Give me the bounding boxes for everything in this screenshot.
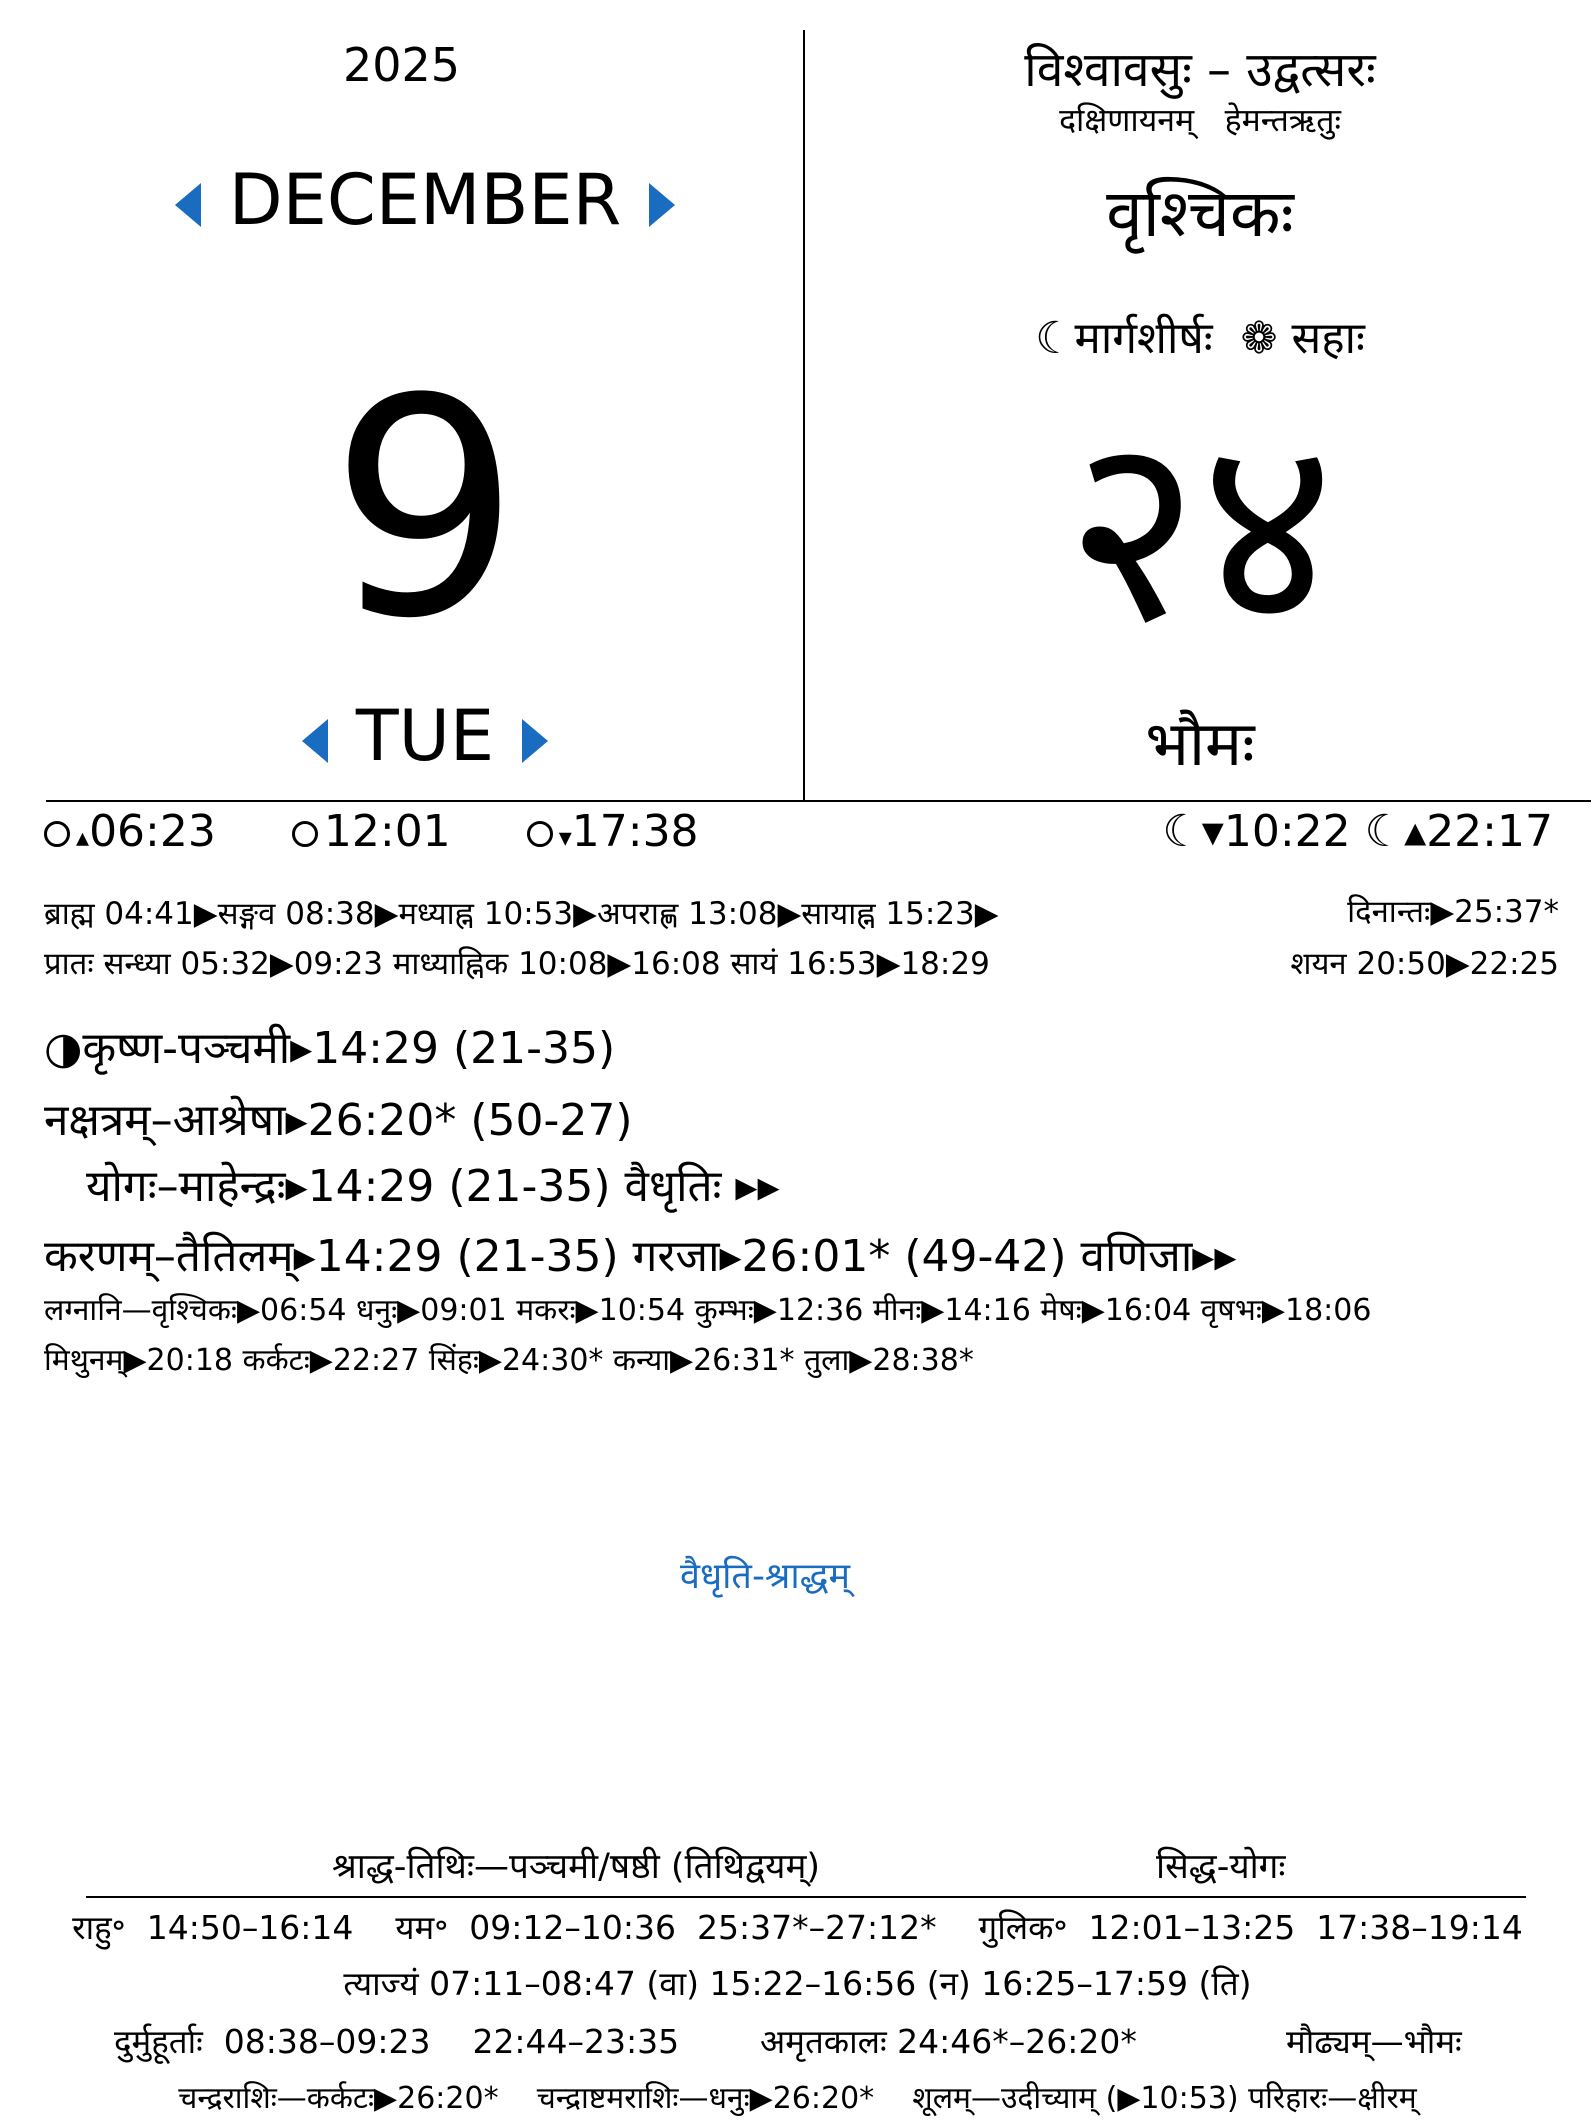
- moonrise-time: ☾▴22:17: [1364, 806, 1553, 857]
- muhurta-line-1: ब्राह्म 04:41▶सङ्गव 08:38▶मध्याह्न 10:53…: [44, 896, 999, 932]
- lunar-solar-month: ☾मार्गशीर्षः ❁ सहाः: [805, 306, 1595, 366]
- rahu-yama-gulika: राहु॰ 14:50–16:14 यम॰ 09:12–10:36 25:37*…: [72, 1908, 1523, 1947]
- chandra-rashi-line: चन्द्रराशिः—कर्कटः▶26:20* चन्द्राष्टमराश…: [178, 2081, 1417, 2116]
- day-number: 9: [329, 335, 521, 684]
- next-day-icon[interactable]: [522, 718, 549, 763]
- next-month-icon[interactable]: [649, 182, 676, 227]
- ayana-ritu: दक्षिणायनम् हेमन्तऋतुः: [1059, 101, 1341, 139]
- vara: भौमः: [1145, 707, 1255, 780]
- shraddha-tithi: श्राद्ध-तिथिः—पञ्चमी/षष्ठी (तिथिद्वयम्): [332, 1847, 821, 1887]
- weekday-navigator: TUE: [0, 696, 850, 776]
- moonset-time: ☾▾10:22: [1162, 806, 1351, 857]
- tyajya: त्याज्यं 07:11–08:47 (वा) 15:22–16:56 (न…: [343, 1964, 1252, 2003]
- prev-day-icon[interactable]: [301, 718, 328, 763]
- sunrise-arrow-icon: ▴: [76, 823, 90, 853]
- sunset-icon: [526, 821, 553, 847]
- lagna-line-2: मिथुनम्▶20:18 कर्कटः▶22:27 सिंहः▶24:30* …: [44, 1343, 974, 1378]
- dinanta: दिनान्तः▶25:37*: [1347, 894, 1559, 930]
- rashi: वृश्चिकः: [1106, 175, 1294, 252]
- sunset-time: 17:38: [571, 806, 699, 857]
- amrita-kala: अमृतकालः 24:46*–26:20*: [760, 2022, 1137, 2061]
- sunrise-icon: [44, 821, 70, 847]
- shayana: शयन 20:50▶22:25: [1290, 946, 1559, 982]
- durmuhurta: दुर्मुहूर्ताः 08:38–09:23 22:44–23:35: [114, 2022, 680, 2061]
- noon-time: 12:01: [323, 806, 451, 857]
- nakshatra: नक्षत्रम्–आश्रेषा▸26:20* (50-27): [44, 1095, 633, 1146]
- prev-month-icon[interactable]: [174, 182, 201, 227]
- siddha-yoga: सिद्ध-योगः: [1156, 1847, 1286, 1887]
- month-name: DECEMBER: [228, 159, 622, 241]
- muhurta-line-2: प्रातः सन्ध्या 05:32▶09:23 माध्याह्निक 1…: [44, 946, 990, 982]
- sunrise-time: 06:23: [89, 806, 216, 857]
- footer-divider: [86, 1896, 1526, 1898]
- sunset-arrow-icon: ▾: [558, 823, 572, 853]
- year: 2025: [342, 38, 461, 92]
- noon-icon: [291, 821, 318, 847]
- solar-month: ❁ सहाः: [1240, 313, 1365, 364]
- yoga: योगः–माहेन्द्रः▸14:29 (21-35) वैधृतिः ▸▸: [86, 1161, 780, 1212]
- festival[interactable]: वैधृति-श्राद्धम्: [0, 1550, 1530, 1599]
- indic-day-number: २४: [1064, 379, 1336, 681]
- karana: करणम्–तैतिलम्▸14:29 (21-35) गरजा▸26:01* …: [44, 1231, 1237, 1282]
- lunar-month: ☾मार्गशीर्षः: [1035, 313, 1213, 364]
- header-divider-horizontal: [46, 800, 1591, 802]
- lagna-line-1: लग्नानि—वृश्चिकः▶06:54 धनुः▶09:01 मकरः▶1…: [44, 1293, 1372, 1328]
- weekday-name: TUE: [355, 695, 495, 777]
- month-navigator: DECEMBER: [0, 160, 850, 240]
- tithi: ◑कृष्ण-पञ्चमी▸14:29 (21-35): [44, 1023, 616, 1074]
- maudhya: मौढ्यम्—भौमः: [1286, 2022, 1462, 2061]
- sun-times: ▴06:23 12:01 ▾17:38: [44, 806, 699, 857]
- moon-times: ☾▾10:22 ☾▴22:17: [1162, 806, 1553, 857]
- samvatsara: विश्वावसुः – उद्वत्सरः: [1024, 42, 1376, 98]
